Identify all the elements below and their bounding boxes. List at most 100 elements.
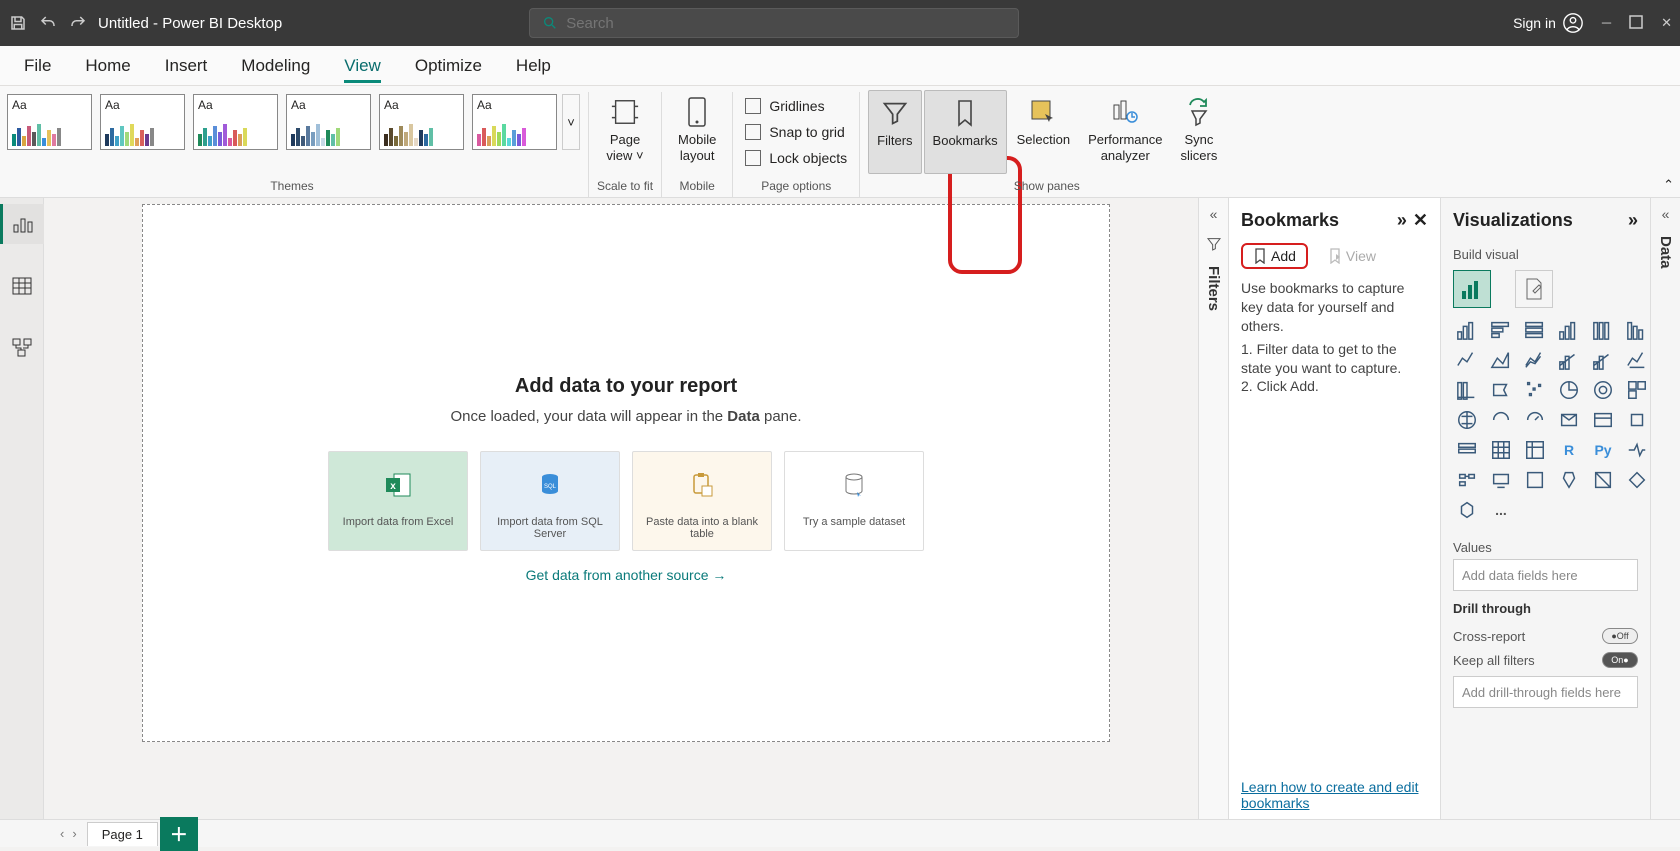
report-canvas[interactable]: Add data to your report Once loaded, you… [142, 204, 1110, 742]
mobile-layout-button[interactable]: Mobile layout [670, 90, 724, 174]
build-visual-mode[interactable] [1453, 270, 1491, 308]
tab-modeling[interactable]: Modeling [241, 50, 310, 82]
viz-type-27[interactable]: R [1555, 438, 1583, 462]
viz-type-15[interactable] [1555, 378, 1583, 402]
viz-type-3[interactable] [1555, 318, 1583, 342]
import-excel-card[interactable]: x Import data from Excel [328, 451, 468, 551]
get-data-other-link[interactable]: Get data from another source → [526, 567, 727, 583]
viz-type-23[interactable] [1623, 408, 1651, 432]
save-icon[interactable] [8, 13, 28, 33]
filters-pane-button[interactable]: Filters [868, 90, 921, 174]
paste-data-card[interactable]: Paste data into a blank table [632, 451, 772, 551]
signin-button[interactable]: Sign in [1513, 12, 1584, 34]
close-icon[interactable]: ✕ [1661, 15, 1672, 31]
data-view-button[interactable] [0, 266, 44, 306]
maximize-icon[interactable] [1629, 15, 1643, 31]
viz-type-18[interactable] [1453, 408, 1481, 432]
viz-type-13[interactable] [1487, 378, 1515, 402]
chevron-right-icon[interactable]: » [1628, 210, 1638, 231]
tab-home[interactable]: Home [85, 50, 130, 82]
viz-type-14[interactable] [1521, 378, 1549, 402]
viz-type-20[interactable] [1521, 408, 1549, 432]
add-page-button[interactable]: ＋ [160, 817, 198, 851]
expand-icon[interactable]: « [1210, 206, 1218, 222]
viz-type-30[interactable] [1453, 468, 1481, 492]
tab-insert[interactable]: Insert [165, 50, 208, 82]
viz-type-29[interactable] [1623, 438, 1651, 462]
viz-type-25[interactable] [1487, 438, 1515, 462]
lock-checkbox[interactable]: Lock objects [741, 148, 851, 168]
close-pane-icon[interactable]: ✕ [1413, 210, 1428, 231]
bookmarks-pane-button[interactable]: Bookmarks [924, 90, 1007, 174]
viz-type-2[interactable] [1521, 318, 1549, 342]
undo-icon[interactable] [38, 13, 58, 33]
viz-type-11[interactable] [1623, 348, 1651, 372]
gridlines-checkbox[interactable]: Gridlines [741, 96, 828, 116]
viz-type-34[interactable] [1589, 468, 1617, 492]
sample-dataset-card[interactable]: Try a sample dataset [784, 451, 924, 551]
data-pane-collapsed[interactable]: « Data [1650, 198, 1680, 819]
tab-help[interactable]: Help [516, 50, 551, 82]
theme-card-5[interactable]: Aa [472, 94, 557, 150]
viz-type-36[interactable] [1453, 498, 1481, 522]
viz-type-16[interactable] [1589, 378, 1617, 402]
keep-filters-toggle[interactable]: On ● [1602, 652, 1638, 668]
bookmarks-learn-link[interactable]: Learn how to create and edit bookmarks [1241, 759, 1428, 811]
viz-type-21[interactable] [1555, 408, 1583, 432]
drill-drop[interactable]: Add drill-through fields here [1453, 676, 1638, 708]
search-input[interactable] [566, 15, 1006, 32]
search-box[interactable] [529, 8, 1019, 38]
cross-report-toggle[interactable]: ● Off [1602, 628, 1638, 644]
viz-type-24[interactable] [1453, 438, 1481, 462]
viz-type-12[interactable] [1453, 378, 1481, 402]
snap-checkbox[interactable]: Snap to grid [741, 122, 849, 142]
values-drop[interactable]: Add data fields here [1453, 559, 1638, 591]
viz-type-32[interactable] [1521, 468, 1549, 492]
viz-type-6[interactable] [1453, 348, 1481, 372]
page-view-button[interactable]: Page view ˅ [598, 90, 651, 174]
minimize-icon[interactable]: ─ [1602, 15, 1611, 31]
theme-card-3[interactable]: Aa [286, 94, 371, 150]
viz-type-9[interactable] [1555, 348, 1583, 372]
performance-analyzer-button[interactable]: Performance analyzer [1080, 90, 1170, 174]
theme-card-1[interactable]: Aa [100, 94, 185, 150]
import-sql-card[interactable]: SQL Import data from SQL Server [480, 451, 620, 551]
viz-type-28[interactable]: Py [1589, 438, 1617, 462]
theme-card-4[interactable]: Aa [379, 94, 464, 150]
format-visual-mode[interactable] [1515, 270, 1553, 308]
viz-type-8[interactable] [1521, 348, 1549, 372]
ribbon-collapse-button[interactable]: ⌃ [1663, 177, 1674, 193]
theme-dropdown[interactable]: ˅ [562, 94, 580, 150]
viz-type-17[interactable] [1623, 378, 1651, 402]
viz-type-31[interactable] [1487, 468, 1515, 492]
viz-type-22[interactable] [1589, 408, 1617, 432]
next-page-icon[interactable]: › [72, 826, 76, 841]
tab-optimize[interactable]: Optimize [415, 50, 482, 82]
bookmark-view-button[interactable]: View [1318, 243, 1386, 269]
viz-type-4[interactable] [1589, 318, 1617, 342]
viz-type-19[interactable] [1487, 408, 1515, 432]
tab-view[interactable]: View [344, 50, 381, 82]
viz-type-5[interactable] [1623, 318, 1651, 342]
sync-slicers-button[interactable]: Sync slicers [1172, 90, 1225, 174]
prev-page-icon[interactable]: ‹ [60, 826, 64, 841]
viz-type-10[interactable] [1589, 348, 1617, 372]
theme-card-0[interactable]: Aa [7, 94, 92, 150]
viz-type-7[interactable] [1487, 348, 1515, 372]
viz-type-1[interactable] [1487, 318, 1515, 342]
report-view-button[interactable] [0, 204, 44, 244]
page-tab-1[interactable]: Page 1 [87, 822, 158, 846]
viz-type-33[interactable] [1555, 468, 1583, 492]
viz-type-37[interactable]: ... [1487, 498, 1515, 522]
tab-file[interactable]: File [24, 50, 51, 82]
theme-card-2[interactable]: Aa [193, 94, 278, 150]
redo-icon[interactable] [68, 13, 88, 33]
filters-pane-collapsed[interactable]: « Filters [1198, 198, 1228, 819]
chevron-right-icon[interactable]: » [1397, 210, 1407, 231]
model-view-button[interactable] [0, 328, 44, 368]
viz-type-0[interactable] [1453, 318, 1481, 342]
bookmark-add-button[interactable]: Add [1241, 243, 1308, 269]
viz-type-26[interactable] [1521, 438, 1549, 462]
collapse-icon[interactable]: « [1662, 206, 1670, 222]
viz-type-35[interactable] [1623, 468, 1651, 492]
